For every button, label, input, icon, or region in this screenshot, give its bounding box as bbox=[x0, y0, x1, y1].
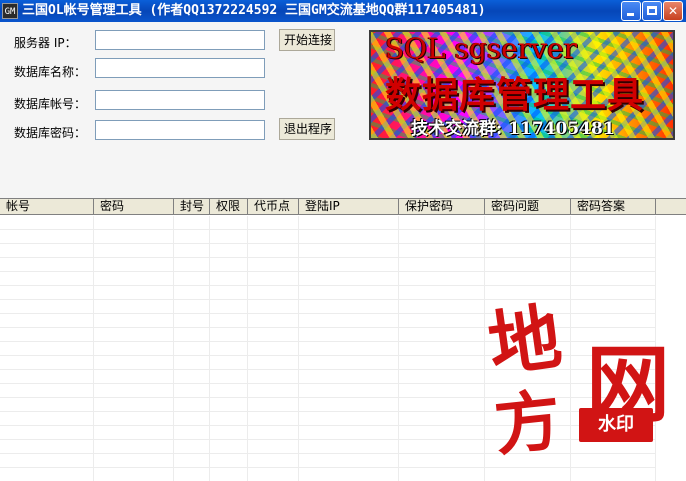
table-header: 帐号 密码 封号 权限 代币点 登陆IP 保护密码 密码问题 密码答案 bbox=[0, 199, 686, 216]
db-user-label: 数据库帐号： bbox=[14, 97, 87, 111]
table-row[interactable] bbox=[0, 272, 656, 286]
maximize-icon bbox=[647, 6, 657, 15]
col-header-password[interactable]: 密码 bbox=[94, 199, 174, 215]
col-header-permission[interactable]: 权限 bbox=[210, 199, 248, 215]
db-password-label: 数据库密码： bbox=[14, 126, 87, 140]
table-row[interactable] bbox=[0, 286, 656, 300]
col-header-ban[interactable]: 封号 bbox=[174, 199, 210, 215]
db-password-input[interactable] bbox=[95, 120, 265, 140]
col-header-question[interactable]: 密码问题 bbox=[485, 199, 571, 215]
window-title: 三国OL帐号管理工具 (作者QQ1372224592 三国GM交流基地QQ群11… bbox=[22, 3, 486, 18]
db-user-input[interactable] bbox=[95, 90, 265, 110]
table-row[interactable] bbox=[0, 244, 656, 258]
server-ip-input[interactable] bbox=[95, 30, 265, 50]
app-icon: GM bbox=[2, 3, 18, 19]
col-header-protect-password[interactable]: 保护密码 bbox=[399, 199, 485, 215]
col-header-account[interactable]: 帐号 bbox=[0, 199, 94, 215]
minimize-button[interactable] bbox=[621, 1, 641, 21]
watermark-stamp: 水印 bbox=[579, 408, 653, 442]
banner-line-3: 技术交流群: 117405481 bbox=[411, 119, 615, 139]
exit-button[interactable]: 退出程序 bbox=[279, 118, 335, 140]
db-name-label: 数据库名称： bbox=[14, 65, 87, 79]
banner-image: SQL sgserver 数据库管理工具 技术交流群: 117405481 bbox=[369, 30, 675, 140]
server-ip-label: 服务器 IP： bbox=[14, 36, 77, 50]
close-button[interactable]: ✕ bbox=[663, 1, 683, 21]
table-row[interactable] bbox=[0, 230, 656, 244]
db-name-input[interactable] bbox=[95, 58, 265, 78]
table-row[interactable] bbox=[0, 300, 656, 314]
banner-line-1: SQL sgserver bbox=[385, 32, 578, 65]
col-header-answer[interactable]: 密码答案 bbox=[571, 199, 656, 215]
table-row[interactable] bbox=[0, 258, 656, 272]
col-header-filler bbox=[656, 199, 686, 215]
col-header-tokens[interactable]: 代币点 bbox=[248, 199, 299, 215]
table-row[interactable] bbox=[0, 216, 656, 230]
watermark-char-fang: 方 bbox=[490, 380, 565, 466]
banner-line-2: 数据库管理工具 bbox=[385, 74, 645, 116]
connect-button[interactable]: 开始连接 bbox=[279, 29, 335, 51]
close-icon: ✕ bbox=[667, 4, 679, 18]
col-header-login-ip[interactable]: 登陆IP bbox=[299, 199, 399, 215]
minimize-icon bbox=[627, 13, 634, 16]
table-row[interactable] bbox=[0, 468, 656, 481]
maximize-button[interactable] bbox=[642, 1, 662, 21]
title-bar: GM 三国OL帐号管理工具 (作者QQ1372224592 三国GM交流基地QQ… bbox=[0, 0, 686, 22]
